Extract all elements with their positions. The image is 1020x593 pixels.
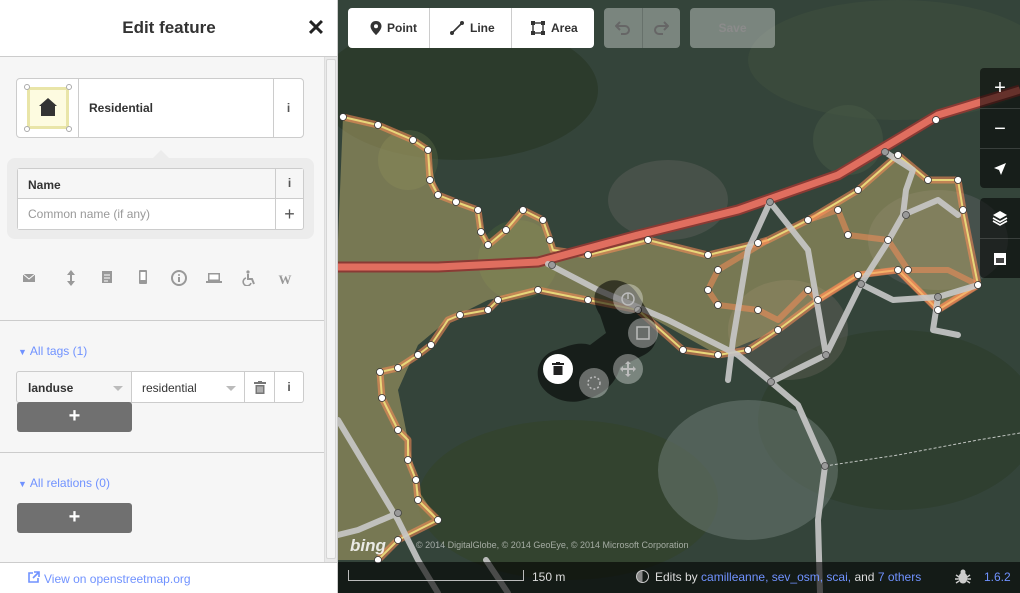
name-input[interactable] — [18, 199, 275, 229]
address-icon[interactable] — [170, 270, 188, 290]
elevation-icon[interactable] — [62, 270, 80, 290]
email-icon[interactable] — [20, 270, 38, 290]
undo-redo-group — [604, 8, 680, 48]
website-icon[interactable] — [205, 270, 223, 290]
undo-icon[interactable] — [615, 21, 631, 35]
all-relations-toggle[interactable]: ▼ All relations (0) — [18, 476, 110, 490]
map-nav-controls: + − — [980, 68, 1020, 188]
line-icon — [450, 21, 464, 35]
name-field-label: Name — [28, 178, 61, 192]
all-tags-toggle[interactable]: ▼ All tags (1) — [18, 344, 87, 358]
view-on-osm-link[interactable]: View on openstreetmap.org — [44, 572, 191, 586]
chevron-down-icon[interactable] — [226, 386, 236, 391]
add-line-button[interactable]: Line — [430, 8, 511, 48]
external-link-icon — [28, 571, 40, 583]
contributor-links[interactable]: camilleanne, sev_osm, scai, — [701, 570, 851, 584]
add-feature-toolbar: Point Line Area — [348, 8, 594, 48]
sidebar-scrollbar[interactable] — [324, 57, 337, 562]
zoom-out-button[interactable]: − — [980, 108, 1020, 148]
trash-icon — [552, 362, 564, 375]
version-link[interactable]: 1.6.2 — [984, 570, 1011, 584]
house-icon — [39, 98, 57, 116]
location-arrow-icon — [994, 163, 1006, 175]
geolocate-button[interactable] — [980, 148, 1020, 188]
add-relation-button[interactable]: + — [17, 503, 132, 533]
imagery-attribution: © 2014 DigitalGlobe, © 2014 GeoEye, © 20… — [416, 540, 689, 550]
preset-fields: Name i + — [7, 150, 314, 239]
square-icon — [636, 326, 650, 340]
sidebar-header: Edit feature ✕ — [0, 0, 337, 57]
scale-bar — [348, 570, 524, 581]
circularize-icon — [587, 376, 601, 390]
preset-name: Residential — [89, 101, 154, 115]
map[interactable]: Point Line Area Save + − bing © 2014 Dig… — [338, 0, 1020, 593]
note-icon[interactable] — [98, 270, 116, 290]
phone-icon[interactable] — [134, 270, 152, 290]
trash-icon — [254, 381, 266, 394]
orthogonalize-button[interactable] — [628, 318, 658, 348]
move-icon — [620, 361, 636, 377]
all-relations-label: All relations (0) — [29, 476, 110, 490]
layers-icon — [992, 211, 1008, 226]
add-localized-name-button[interactable]: + — [275, 199, 303, 229]
all-tags-label: All tags (1) — [29, 344, 88, 358]
data-icon — [994, 253, 1006, 265]
tag-value-input[interactable]: residential — [132, 371, 245, 403]
zoom-in-button[interactable]: + — [980, 68, 1020, 108]
wheelchair-icon[interactable] — [240, 270, 258, 290]
tag-info-button[interactable]: i — [275, 371, 304, 403]
sidebar-title: Edit feature — [122, 18, 216, 37]
bing-logo: bing — [350, 536, 386, 555]
delete-tag-button[interactable] — [245, 371, 275, 403]
contributors: Edits by camilleanne, sev_osm, scai, and… — [636, 570, 921, 584]
tag-key-input[interactable]: landuse — [16, 371, 132, 403]
area-icon — [531, 21, 545, 35]
add-point-button[interactable]: Point — [348, 8, 429, 48]
rotate-button[interactable] — [613, 284, 643, 314]
map-footer: 150 m Edits by camilleanne, sev_osm, sca… — [338, 562, 1020, 593]
add-tag-button[interactable]: + — [17, 402, 132, 432]
wikipedia-icon[interactable]: W — [276, 270, 294, 290]
rotate-icon — [621, 292, 635, 306]
satellite-imagery — [338, 0, 1020, 593]
close-icon[interactable]: ✕ — [304, 14, 328, 42]
point-icon — [370, 21, 382, 35]
preset-info-button[interactable]: i — [273, 79, 303, 137]
background-layers-button[interactable] — [980, 198, 1020, 238]
bug-report-icon[interactable] — [954, 568, 972, 586]
preset-selector[interactable]: Residential i — [16, 78, 304, 138]
sidebar: Edit feature ✕ Residential i Name i + — [0, 0, 338, 593]
tag-row: landuse residential i — [16, 371, 304, 403]
scale-label: 150 m — [532, 570, 566, 584]
redo-icon[interactable] — [653, 21, 669, 35]
contributors-icon — [636, 570, 649, 583]
other-contributors-link[interactable]: 7 others — [878, 570, 921, 584]
residential-preset-icon — [17, 79, 79, 137]
add-area-button[interactable]: Area — [512, 8, 594, 48]
chevron-down-icon[interactable] — [113, 386, 123, 391]
map-pane-controls — [980, 198, 1020, 278]
name-info-button[interactable]: i — [275, 169, 303, 198]
sidebar-footer: View on openstreetmap.org — [0, 562, 337, 593]
save-button[interactable]: Save — [690, 8, 775, 48]
delete-button[interactable] — [543, 354, 573, 384]
name-field: Name i + — [17, 168, 304, 230]
more-fields: W — [20, 270, 310, 292]
circularize-button[interactable] — [579, 368, 609, 398]
map-data-button[interactable] — [980, 238, 1020, 278]
move-button[interactable] — [613, 354, 643, 384]
